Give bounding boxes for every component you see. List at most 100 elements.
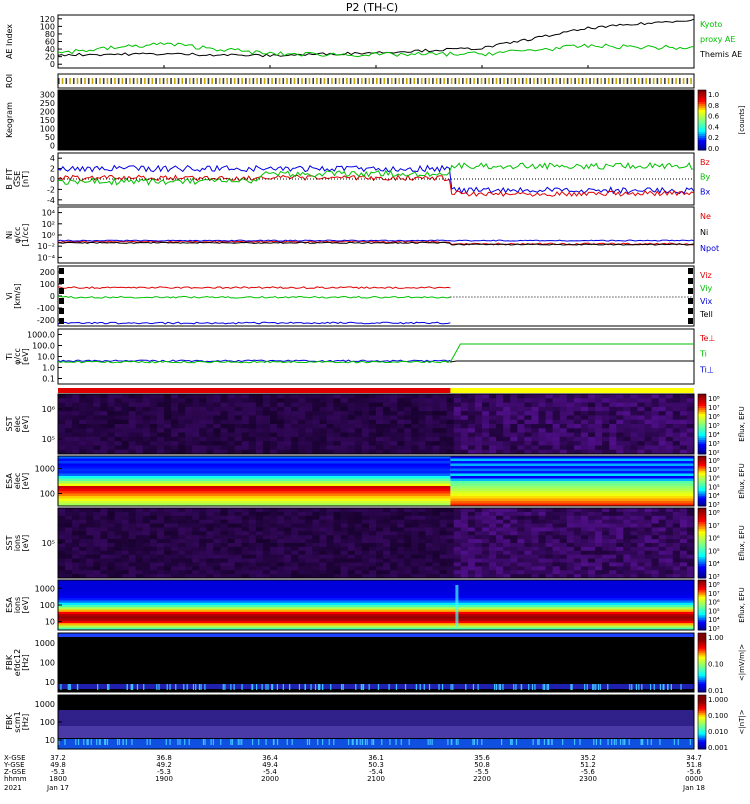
spectrogram-cell [418, 406, 426, 412]
spectrogram-cell [241, 519, 250, 525]
spectrogram-cell [248, 531, 257, 536]
spectrogram-cell [291, 558, 299, 563]
fbk-spike [534, 684, 536, 690]
spectrogram-cell [595, 554, 603, 560]
tick-label: 100 [40, 718, 55, 727]
spectrogram-cell [340, 539, 349, 544]
spectrogram-cell [312, 570, 320, 575]
spectrogram-cell [354, 406, 363, 412]
spectrogram-cell [503, 419, 511, 425]
spectrogram-cell [291, 402, 299, 408]
spectrogram-cell [128, 543, 137, 548]
spectrogram-cell [220, 554, 229, 560]
spectrogram-cell [227, 558, 236, 563]
spectrogram-cell [679, 411, 688, 416]
spectrogram-cell [630, 411, 638, 416]
spectrogram-cell [114, 508, 123, 513]
spectrogram-cell [665, 550, 674, 556]
spectrogram-cell [496, 402, 504, 408]
spectrogram-cell [588, 411, 596, 416]
spectrogram-cell [482, 535, 490, 540]
spectrogram-cell [616, 415, 624, 421]
spectrogram-cell [559, 428, 568, 434]
spectrogram-cell [538, 445, 547, 451]
spectrogram-cell [199, 419, 207, 425]
spectrogram-cell [248, 415, 257, 421]
spectrogram-cell [156, 428, 165, 434]
roi-tick [462, 78, 464, 84]
fbk-spike [184, 739, 186, 745]
spectrogram-cell [566, 543, 575, 548]
spectrogram-cell [679, 445, 688, 451]
spectrogram-cell [121, 424, 130, 429]
spectrogram-cell [262, 543, 271, 548]
spectrogram-cell [185, 432, 193, 438]
spectrogram-cell [545, 570, 554, 575]
footer-value: 2300 [579, 775, 597, 783]
spectrogram-cell [178, 436, 186, 442]
spectrogram-cell [65, 535, 73, 540]
legend-entry: Themis AE [699, 50, 742, 59]
roi-tick [611, 78, 614, 84]
spectrogram-cell [432, 394, 441, 399]
fbk-spike [472, 739, 474, 745]
spectrogram-cell [135, 424, 144, 429]
spectrogram-cell [482, 562, 490, 567]
fbk-spike [438, 684, 440, 690]
spectrogram-cell [93, 419, 101, 425]
fbk-spike [286, 739, 288, 745]
roi-tick [233, 78, 236, 84]
spectrogram-cell [397, 445, 405, 451]
spectrogram-cell [135, 415, 144, 421]
roi-tick [660, 78, 662, 84]
spectrogram-cell [227, 406, 236, 412]
spectrogram-cell [298, 519, 306, 525]
spectrogram-cell [595, 546, 603, 552]
spectrogram-cell [142, 523, 151, 528]
spectrogram-cell [404, 406, 412, 412]
spectrogram-cell [453, 523, 462, 528]
spectrogram-cell [248, 398, 257, 404]
spectrogram-cell [545, 415, 554, 421]
spectrogram-cell [213, 432, 222, 438]
spectrogram-cell [270, 550, 278, 556]
spectrogram-cell [100, 445, 108, 451]
spectrogram-cell [383, 570, 391, 575]
spectrogram-cell [65, 531, 73, 536]
footer-label: 2021 [4, 784, 22, 792]
spectrogram-cell [644, 511, 653, 517]
spectrogram-cell [319, 445, 328, 451]
roi-tick [222, 78, 225, 84]
spectrogram-cell [361, 394, 370, 399]
spectrogram-cell [72, 550, 80, 556]
spectrogram-cell [439, 562, 448, 567]
spectrogram-cell [418, 415, 426, 421]
spectrogram-cell [319, 550, 328, 556]
spectrogram-cell [107, 558, 116, 563]
roi-tick [529, 78, 531, 84]
spectrogram-cell [418, 531, 426, 536]
spectrogram-cell [135, 566, 144, 571]
spectrogram-cell [672, 432, 681, 438]
fbk-spike [537, 739, 539, 745]
spectrogram-cell [100, 511, 108, 517]
spectrogram-cell [213, 531, 222, 536]
fbk-spike [116, 739, 119, 745]
spectrogram-cell [404, 570, 412, 575]
spectrogram-cell [333, 554, 342, 560]
spectrogram-cell [199, 546, 207, 552]
spectrogram-cell [270, 432, 278, 438]
spectrogram-cell [566, 519, 575, 525]
spectrogram-cell [672, 535, 681, 540]
tick-label: 10⁴ [42, 209, 55, 218]
spectrogram-cell [255, 539, 264, 544]
spectrogram-cell [326, 424, 335, 429]
spectrogram-cell [248, 570, 257, 575]
spectrogram-cell [404, 515, 412, 521]
spectrogram-cell [79, 554, 87, 560]
spectrogram-cell [390, 511, 398, 517]
spectrogram-cell [213, 523, 222, 528]
spectrogram-cell [128, 415, 137, 421]
spectrogram-cell [679, 511, 688, 517]
axis-label: [km/s] [13, 283, 22, 309]
